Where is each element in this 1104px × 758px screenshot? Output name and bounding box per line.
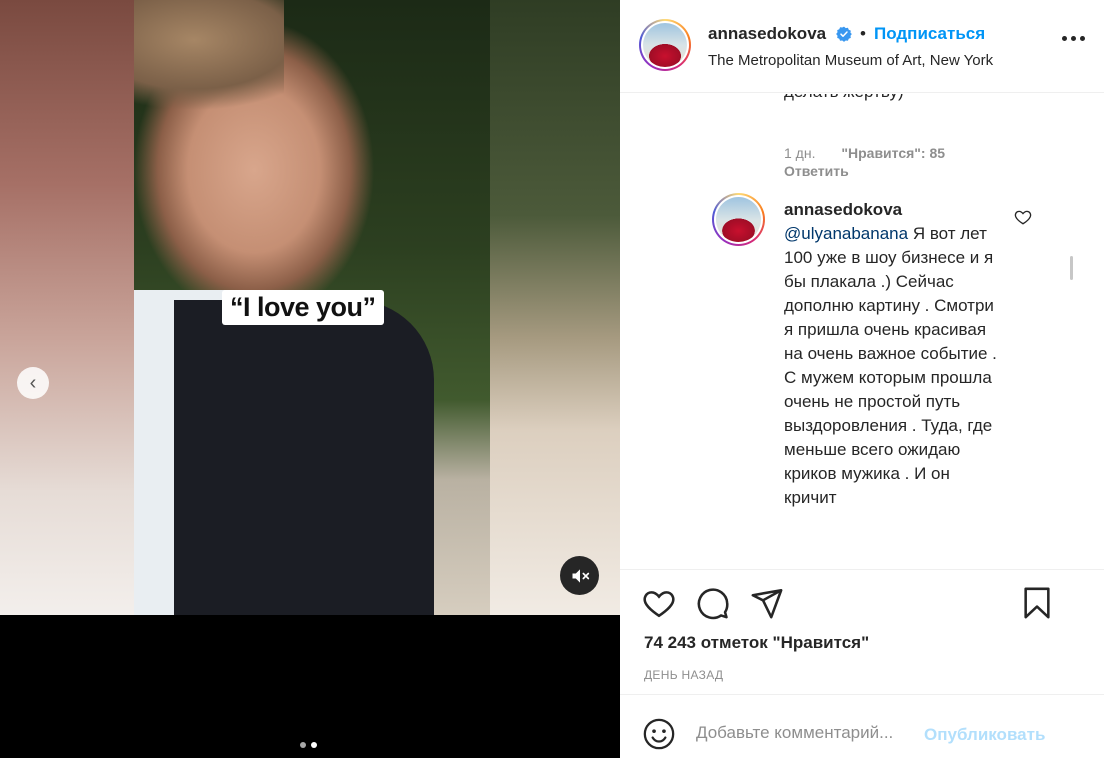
person-hair [134, 0, 284, 110]
heart-icon[interactable] [642, 586, 676, 620]
verified-badge-icon [836, 26, 852, 42]
author-avatar[interactable] [639, 19, 691, 71]
comments-list[interactable]: делать жертву) 1 дн. "Нравится": 85 Отве… [620, 94, 1104, 569]
comment-like-heart-icon[interactable] [1014, 208, 1032, 226]
header-separator: • [860, 24, 866, 43]
comment-input[interactable] [696, 723, 916, 743]
comments-scrollbar[interactable] [1069, 94, 1075, 569]
bookmark-icon[interactable] [1020, 586, 1054, 620]
comment-text: Я вот лет 100 уже в шоу бизнесе и я бы п… [784, 224, 997, 507]
instagram-post-modal: “I love you” ‹ annasedokova • Подписатьс… [0, 0, 1104, 758]
follow-button[interactable]: Подписаться [874, 24, 985, 44]
comment-date: 1 дн. [784, 145, 816, 161]
commenter-username[interactable]: annasedokova [784, 200, 902, 220]
post-timestamp[interactable]: ДЕНЬ НАЗАД [644, 668, 723, 682]
share-icon[interactable] [750, 586, 784, 620]
carousel-dot [300, 742, 306, 748]
carousel-indicator [300, 742, 317, 748]
author-username[interactable]: annasedokova [708, 24, 826, 44]
next-slide-peek [490, 0, 620, 615]
publish-button[interactable]: Опубликовать [924, 725, 1045, 745]
avatar-photo [643, 23, 687, 67]
emoji-icon[interactable] [642, 717, 676, 751]
post-header: annasedokova • Подписаться The Metropoli… [620, 0, 1104, 93]
previous-comment-text: делать жертву) [784, 94, 994, 104]
person-jacket [174, 300, 434, 615]
more-options-icon[interactable] [1062, 28, 1088, 48]
mute-button[interactable] [560, 556, 599, 595]
reply-button[interactable]: Ответить [784, 163, 849, 179]
previous-slide-button[interactable]: ‹ [17, 367, 49, 399]
scrollbar-thumb[interactable] [1070, 256, 1073, 280]
comment-icon[interactable] [696, 586, 730, 620]
comment-body: @ulyanabanana Я вот лет 100 уже в шоу би… [784, 222, 1002, 510]
previous-slide-peek [0, 0, 134, 615]
avatar-photo [716, 197, 761, 242]
post-media[interactable]: “I love you” ‹ [0, 0, 620, 758]
location-link[interactable]: The Metropolitan Museum of Art, New York [708, 52, 993, 69]
comment-likes[interactable]: "Нравится": 85 [841, 145, 945, 161]
chevron-left-icon: ‹ [29, 371, 37, 394]
video-caption: “I love you” [222, 290, 384, 325]
speaker-muted-icon [572, 568, 589, 583]
previous-comment-meta: 1 дн. "Нравится": 85 [784, 145, 945, 161]
likes-count[interactable]: 74 243 отметок "Нравится" [644, 633, 869, 653]
carousel-dot-active [311, 742, 317, 748]
commenter-avatar[interactable] [712, 193, 765, 246]
post-actions: 74 243 отметок "Нравится" ДЕНЬ НАЗАД [620, 569, 1104, 693]
post-sidebar: annasedokova • Подписаться The Metropoli… [620, 0, 1104, 758]
comment-composer: Опубликовать [620, 694, 1104, 758]
comment-mention[interactable]: @ulyanabanana [784, 224, 908, 243]
